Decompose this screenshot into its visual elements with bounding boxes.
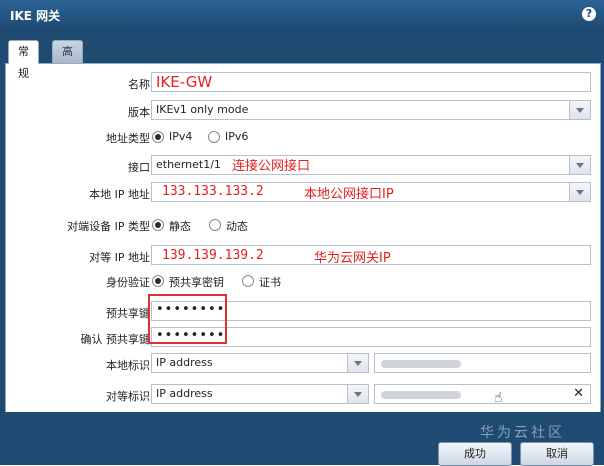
peer-id-type-select[interactable]: IP address	[151, 384, 369, 404]
watermark: 华为云社区	[480, 425, 565, 441]
psk-highlight-box	[148, 294, 227, 344]
peer-id-input[interactable]: ✕	[374, 384, 591, 404]
address-type-label: 地址类型	[106, 132, 150, 145]
peer-ip-value: 139.139.139.2	[162, 248, 264, 263]
static-label: 静态	[169, 220, 191, 233]
version-label: 版本	[128, 106, 150, 119]
name-input[interactable]: IKE-GW	[151, 72, 591, 92]
chevron-down-icon[interactable]	[569, 183, 590, 201]
psk-confirm-label: 确认 预共享键	[80, 333, 151, 346]
ipv4-label: IPv4	[169, 130, 193, 143]
peer-id-label: 对等标识	[106, 390, 150, 403]
title-bar: IKE 网关 ?	[0, 0, 604, 30]
dynamic-radio[interactable]	[209, 219, 221, 231]
dialog-title: IKE 网关	[10, 9, 61, 23]
interface-select[interactable]: ethernet1/1	[151, 155, 591, 175]
cancel-button[interactable]: 取消	[520, 442, 594, 466]
dynamic-label: 动态	[226, 220, 248, 233]
local-id-type-select[interactable]: IP address	[151, 353, 369, 373]
psk-option-label: 预共享密钥	[169, 276, 224, 289]
interface-annotation: 连接公网接口	[232, 159, 311, 174]
name-label: 名称	[128, 78, 150, 91]
psk-label: 预共享键	[106, 307, 150, 320]
peer-ip-label: 对等 IP 地址	[89, 251, 150, 264]
static-radio[interactable]	[152, 219, 164, 231]
redacted-value	[381, 391, 461, 399]
hand-cursor-icon: ☝	[494, 390, 503, 406]
local-ip-label: 本地 IP 地址	[89, 188, 150, 201]
interface-label: 接口	[128, 161, 150, 174]
certificate-radio[interactable]	[242, 275, 254, 287]
auth-label: 身份验证	[106, 276, 150, 289]
psk-radio[interactable]	[152, 275, 164, 287]
chevron-down-icon[interactable]	[347, 354, 368, 372]
ipv6-label: IPv6	[225, 130, 249, 143]
local-ip-annotation: 本地公网接口IP	[304, 187, 394, 202]
chevron-down-icon[interactable]	[347, 385, 368, 403]
tab-general[interactable]: 常规	[8, 40, 39, 80]
local-id-label: 本地标识	[106, 359, 150, 372]
version-select[interactable]: IKEv1 only mode	[151, 100, 591, 120]
ipv6-radio[interactable]	[208, 131, 220, 143]
certificate-label: 证书	[259, 276, 281, 289]
general-panel: 名称 IKE-GW 版本 IKEv1 only mode 地址类型 IPv4 I…	[5, 63, 601, 413]
peer-ip-annotation: 华为云网关IP	[314, 251, 391, 266]
help-icon[interactable]: ?	[582, 7, 596, 21]
ipv4-radio[interactable]	[152, 131, 164, 143]
chevron-down-icon[interactable]	[569, 101, 590, 119]
ike-gateway-dialog: IKE 网关 ? 常规 高级选项 名称 IKE-GW 版本 IKEv1 only…	[0, 0, 604, 466]
tab-advanced[interactable]: 高级选项	[52, 40, 83, 124]
chevron-down-icon[interactable]	[569, 156, 590, 174]
clear-icon[interactable]: ✕	[573, 386, 584, 401]
ok-button[interactable]: 成功	[438, 442, 512, 466]
local-ip-value: 133.133.133.2	[162, 184, 264, 199]
peer-ip-type-label: 对端设备 IP 类型	[67, 220, 150, 233]
redacted-value	[381, 360, 461, 368]
local-id-input[interactable]	[374, 353, 591, 373]
